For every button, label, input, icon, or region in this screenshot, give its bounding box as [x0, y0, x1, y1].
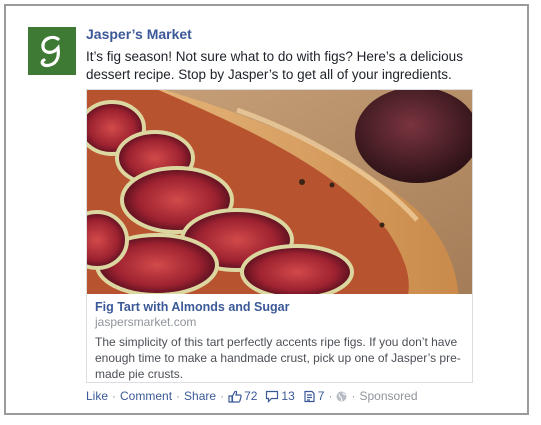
separator: ·: [176, 389, 181, 403]
page-avatar[interactable]: [28, 27, 76, 75]
like-count[interactable]: 72: [228, 389, 257, 403]
comment-bubble-icon: [266, 390, 279, 403]
link-title[interactable]: Fig Tart with Almonds and Sugar: [95, 300, 289, 314]
separator: ·: [220, 389, 225, 403]
link-preview-card[interactable]: Fig Tart with Almonds and Sugar jaspersm…: [86, 89, 473, 383]
share-count-icon: [304, 390, 315, 402]
link-preview-image[interactable]: [87, 90, 472, 294]
separator: ·: [328, 389, 333, 403]
comment-count[interactable]: 13: [265, 389, 295, 403]
like-link[interactable]: Like: [86, 389, 108, 403]
separator: ·: [112, 389, 117, 403]
link-description: The simplicity of this tart perfectly ac…: [95, 335, 461, 381]
like-count-value: 72: [244, 389, 258, 403]
globe-icon: [336, 391, 347, 401]
post-frame: Jasper’s Market It’s fig season! Not sur…: [4, 4, 529, 415]
share-count[interactable]: 7: [303, 389, 325, 403]
share-count-value: 7: [317, 389, 325, 403]
comment-link[interactable]: Comment: [120, 389, 172, 403]
post-text: It’s fig season! Not sure what to do wit…: [86, 49, 463, 82]
page-name-link[interactable]: Jasper’s Market: [86, 26, 192, 42]
link-domain: jaspersmarket.com: [95, 315, 197, 329]
avatar-logo-icon: [28, 27, 76, 75]
post-actions-bar: Like · Comment · Share · 72 13 7 · · Spo…: [86, 389, 418, 403]
sponsored-label[interactable]: Sponsored: [359, 389, 417, 403]
comment-count-value: 13: [281, 389, 295, 403]
separator: ·: [351, 389, 356, 403]
thumbs-up-icon: [228, 390, 242, 403]
share-link[interactable]: Share: [184, 389, 216, 403]
